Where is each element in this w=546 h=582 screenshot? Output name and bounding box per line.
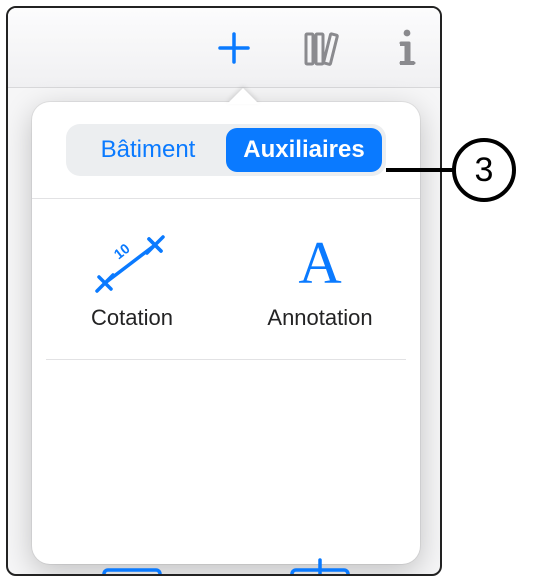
tool-label: Cotation: [91, 305, 173, 331]
annotation-icon: A: [285, 227, 355, 299]
library-button[interactable]: [302, 28, 346, 68]
panel: Bâtiment Auxiliaires: [6, 6, 442, 576]
popover-body: Bâtiment Auxiliaires: [32, 102, 420, 564]
svg-text:A: A: [298, 231, 341, 295]
tool-label: Annotation: [267, 305, 372, 331]
segmented-control: Bâtiment Auxiliaires: [66, 124, 386, 176]
add-button[interactable]: [214, 28, 254, 68]
callout-badge: 3: [452, 138, 516, 202]
books-icon: [302, 28, 346, 68]
guide-horizontal-icon: [96, 547, 168, 576]
info-button[interactable]: [394, 27, 420, 69]
tab-auxiliaires[interactable]: Auxiliaires: [226, 128, 382, 172]
tool-guide-horizontal[interactable]: Ajouter repère horizontal: [38, 529, 226, 576]
tool-annotation[interactable]: A Annotation: [226, 209, 414, 359]
callout-number: 3: [475, 151, 494, 190]
tab-label: Auxiliaires: [243, 136, 364, 164]
callout-line: [386, 168, 456, 172]
popover: Bâtiment Auxiliaires: [32, 102, 420, 564]
tab-batiment[interactable]: Bâtiment: [70, 128, 226, 172]
tool-guide-vertical[interactable]: Ajouter repère vertical: [226, 529, 414, 576]
dimension-icon: 10: [93, 227, 171, 299]
tool-cotation[interactable]: 10 Cotation: [38, 209, 226, 359]
info-icon: [394, 27, 420, 69]
plus-icon: [214, 28, 254, 68]
tool-grid: 10 Cotation A Annotation: [32, 199, 420, 576]
divider: [46, 359, 406, 360]
toolbar: [8, 8, 440, 88]
svg-text:10: 10: [111, 240, 133, 262]
guide-vertical-icon: [284, 547, 356, 576]
tab-label: Bâtiment: [101, 136, 196, 164]
popover-caret: [227, 88, 259, 104]
